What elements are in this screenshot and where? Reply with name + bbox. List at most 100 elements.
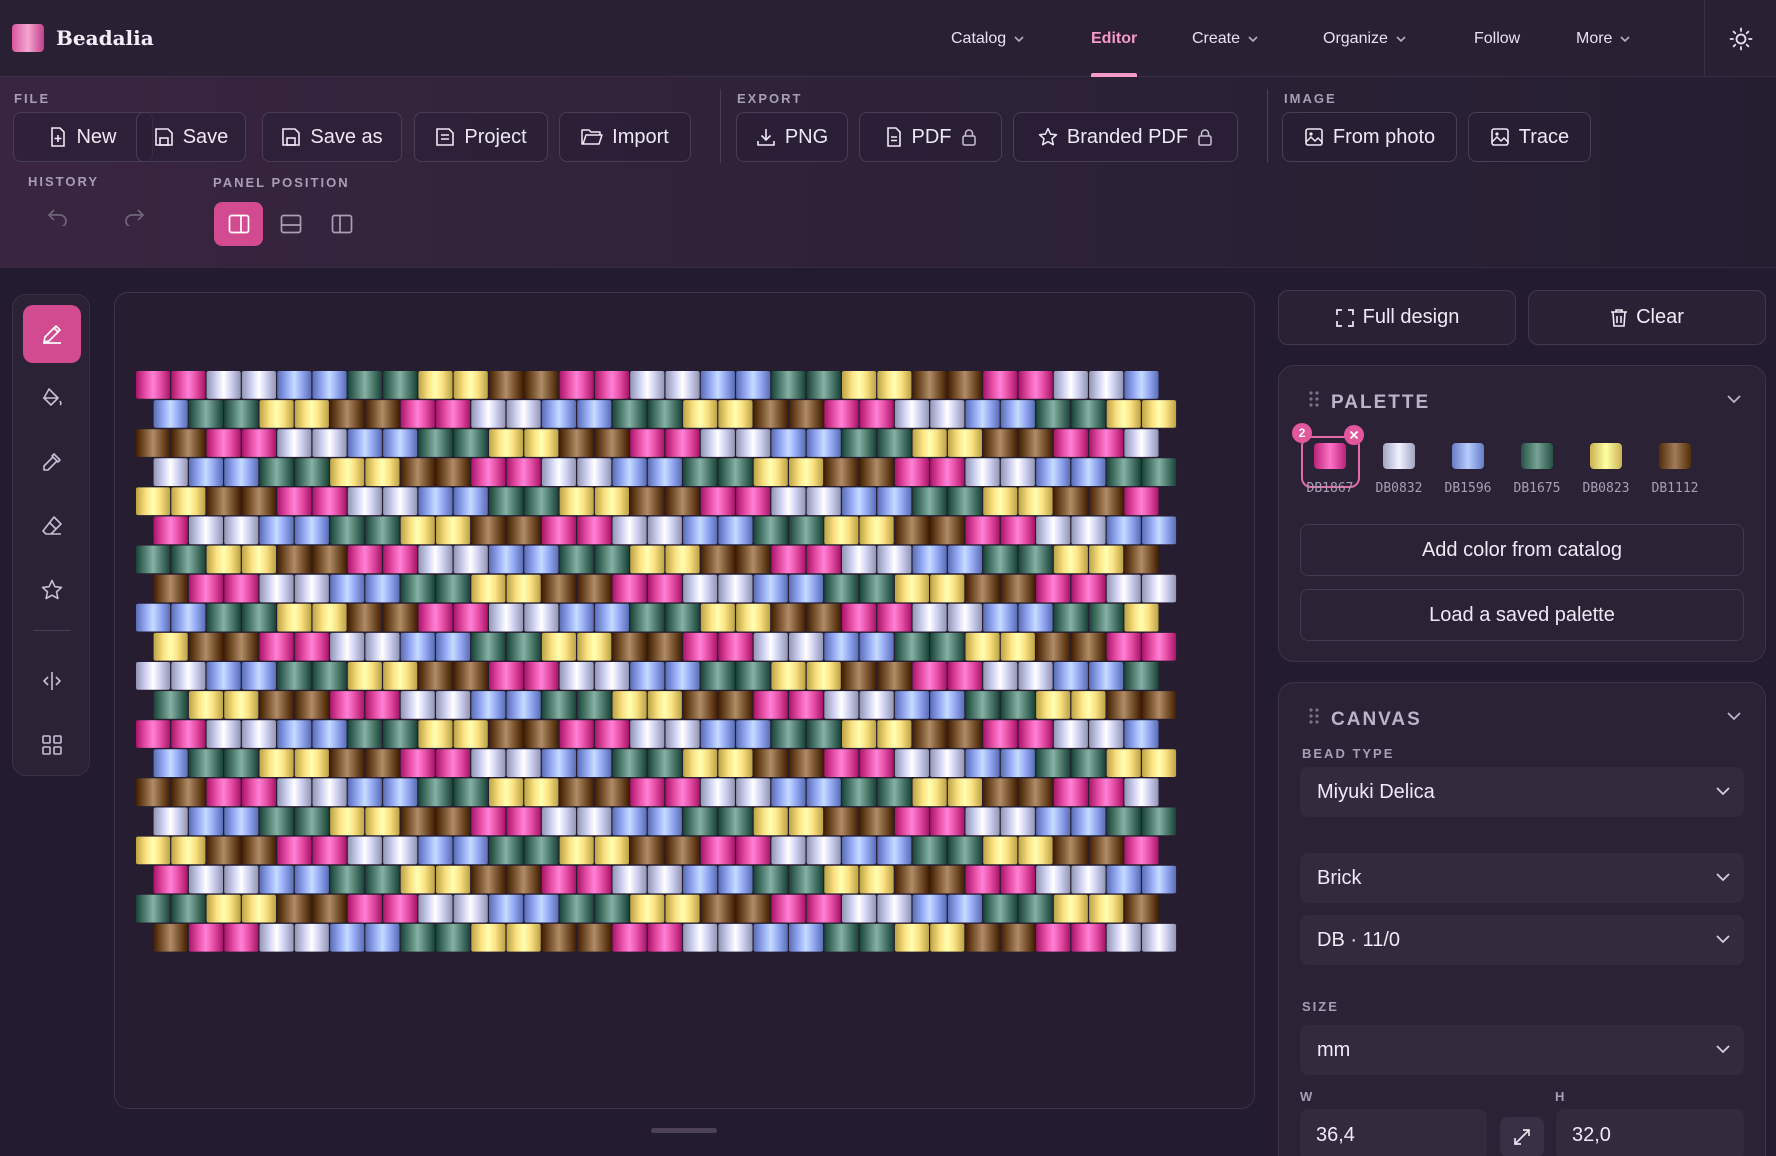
bead[interactable] [206,836,241,865]
bead[interactable] [1071,574,1106,603]
bead[interactable] [594,894,629,923]
bead[interactable] [277,487,312,516]
bead[interactable] [153,807,188,836]
bead[interactable] [206,545,241,574]
bead[interactable] [824,516,859,545]
bead[interactable] [453,778,488,807]
panel-left-button[interactable] [320,202,364,246]
panel-bottom-button[interactable] [269,202,313,246]
bead[interactable] [983,778,1018,807]
bead[interactable] [718,691,753,719]
export-branded-pdf-button[interactable]: Branded PDF [1013,112,1238,162]
unit-select[interactable]: mm [1300,1025,1744,1075]
bead[interactable] [471,516,506,545]
bead[interactable] [436,923,471,952]
bead[interactable] [224,807,259,836]
bead[interactable] [418,894,453,923]
bead[interactable] [771,603,806,632]
bead[interactable] [665,371,700,399]
bead[interactable] [259,749,294,777]
bead[interactable] [789,574,824,603]
bead[interactable] [1053,429,1088,457]
pencil-tool-button[interactable] [23,305,81,363]
bead[interactable] [753,574,788,603]
bead[interactable] [171,603,206,632]
bead[interactable] [312,429,347,457]
bead[interactable] [541,923,576,952]
bead[interactable] [1036,865,1071,894]
bead[interactable] [418,603,453,632]
bead[interactable] [912,894,947,923]
bead[interactable] [347,429,382,457]
bead[interactable] [524,371,559,399]
bead[interactable] [824,923,859,952]
bead[interactable] [206,603,241,632]
bead[interactable] [983,894,1018,923]
bead[interactable] [842,894,877,923]
bead[interactable] [418,778,453,807]
drag-handle-icon[interactable] [1309,391,1319,407]
bead[interactable] [1000,574,1035,603]
bead[interactable] [136,487,171,516]
bead[interactable] [489,371,524,399]
bead[interactable] [347,778,382,807]
drag-handle-icon[interactable] [1309,708,1319,724]
import-button[interactable]: Import [559,112,691,162]
bead[interactable] [153,458,188,486]
bead[interactable] [541,807,576,836]
bead[interactable] [1142,807,1177,836]
bead[interactable] [330,749,365,777]
bead[interactable] [983,836,1018,865]
bead[interactable] [153,749,188,777]
bead[interactable] [647,923,682,952]
bead[interactable] [241,836,276,865]
bead[interactable] [894,807,929,836]
bead[interactable] [188,807,223,836]
bead[interactable] [1071,865,1106,894]
bead[interactable] [436,865,471,894]
bead[interactable] [347,894,382,923]
eraser-tool-button[interactable] [23,497,81,555]
bead[interactable] [912,545,947,574]
bead[interactable] [930,923,965,952]
bead[interactable] [718,923,753,952]
bead[interactable] [577,691,612,719]
bead[interactable] [453,720,488,748]
bead[interactable] [136,894,171,923]
bead[interactable] [489,894,524,923]
bead[interactable] [736,429,771,457]
bead[interactable] [947,720,982,748]
bead[interactable] [859,691,894,719]
bead[interactable] [912,662,947,690]
bead[interactable] [489,836,524,865]
bead[interactable] [171,836,206,865]
bead[interactable] [365,632,400,661]
bead[interactable] [471,691,506,719]
bead[interactable] [136,836,171,865]
bead[interactable] [1000,691,1035,719]
bead[interactable] [647,632,682,661]
bead[interactable] [436,516,471,545]
bead[interactable] [206,487,241,516]
bead[interactable] [277,836,312,865]
bead[interactable] [683,923,718,952]
bead[interactable] [418,662,453,690]
bead[interactable] [789,458,824,486]
bead[interactable] [789,865,824,894]
bead[interactable] [1089,429,1124,457]
bead[interactable] [718,749,753,777]
bead[interactable] [506,749,541,777]
height-input[interactable]: 32,0 [1556,1109,1744,1156]
bead[interactable] [647,458,682,486]
bead[interactable] [1142,574,1177,603]
bead[interactable] [489,603,524,632]
bead[interactable] [912,836,947,865]
bead[interactable] [312,778,347,807]
bead[interactable] [824,400,859,428]
bead[interactable] [312,720,347,748]
bead[interactable] [259,574,294,603]
bead[interactable] [806,603,841,632]
bead[interactable] [683,749,718,777]
grid-tool-button[interactable] [23,716,81,774]
bead[interactable] [559,429,594,457]
